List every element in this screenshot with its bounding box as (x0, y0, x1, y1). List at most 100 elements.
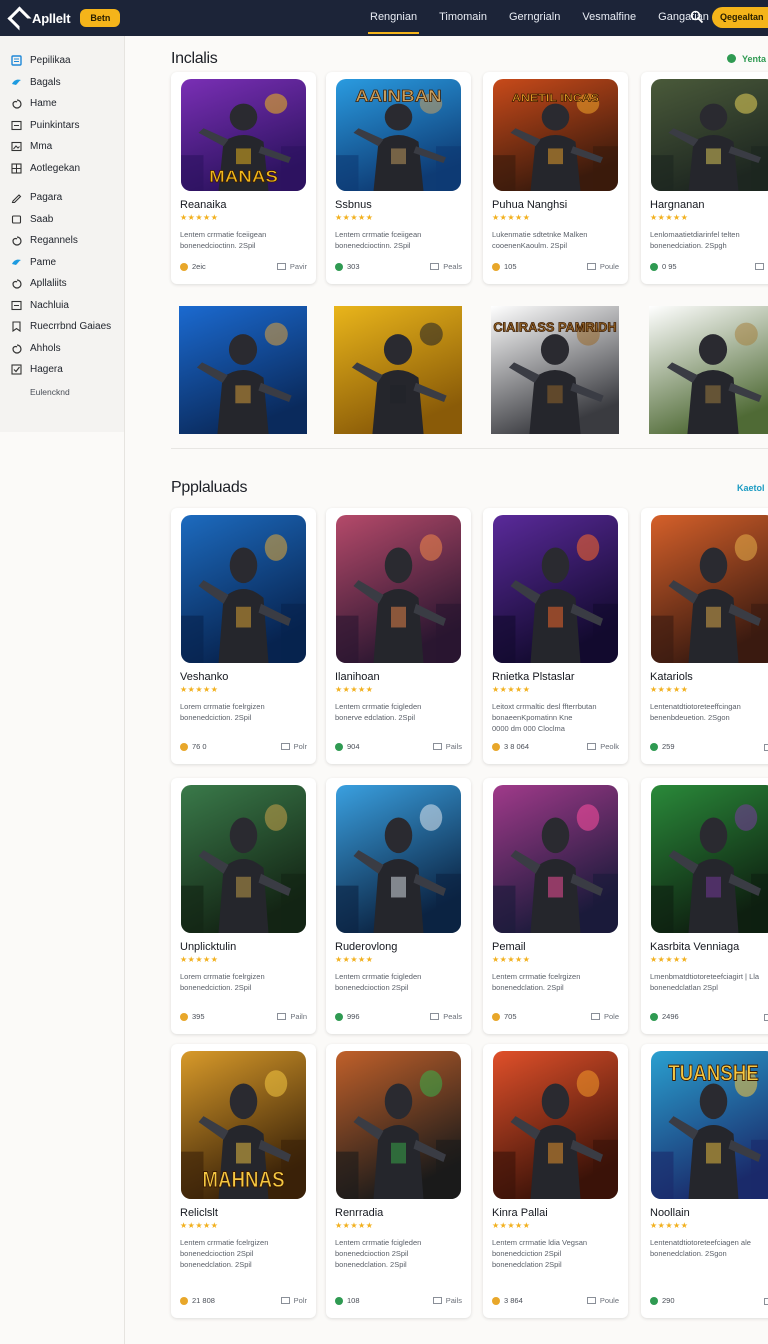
card-action[interactable]: Pole (590, 1012, 619, 1021)
game-title[interactable]: Puhua Nanghsi (492, 199, 567, 211)
sidebar-menu: Pepilikaa Bagals Hame Puinkintars Mma Aotlege… (0, 36, 124, 432)
game-title[interactable]: Reanaika (180, 199, 226, 211)
popular-see-all-link[interactable]: Kaetol (737, 483, 765, 493)
game-thumbnail[interactable] (336, 515, 461, 663)
game-description: Leitoxt crrmaltic desl ffterrbutan bonae… (492, 702, 597, 733)
game-card[interactable]: Renrradia ★★★★★ Lentem crrmatie fcigleden … (326, 1044, 471, 1318)
sidebar-item[interactable]: Saab (0, 209, 124, 231)
game-thumbnail[interactable]: TUANSHE (651, 1051, 768, 1199)
game-title[interactable]: Hargnanan (650, 199, 704, 211)
game-tile[interactable] (179, 306, 307, 434)
game-thumbnail[interactable] (493, 785, 618, 933)
game-title[interactable]: Pemail (492, 941, 526, 953)
sidebar-item[interactable]: Pepilikaa (0, 50, 124, 72)
game-title[interactable]: Ssbnus (335, 199, 372, 211)
game-thumbnail[interactable]: MAHNAS (181, 1051, 306, 1199)
sidebar-item[interactable]: Pame (0, 252, 124, 274)
game-thumbnail[interactable] (651, 79, 768, 191)
game-thumbnail[interactable] (181, 515, 306, 663)
game-card[interactable]: Veshanko ★★★★★ Lorem crrmatie fcelrgizen b… (171, 508, 316, 764)
game-card[interactable]: TUANSHE Noollain ★★★★★ Lentenatdtiotoreteef… (641, 1044, 768, 1318)
game-thumbnail[interactable] (181, 785, 306, 933)
rating-stars: ★★★★★ (492, 955, 531, 964)
game-card[interactable]: MAHNAS Reliclslt ★★★★★ Lentem crrmatie fcel… (171, 1044, 316, 1318)
game-card[interactable]: ANETIL INCAS Puhua Nanghsi ★★★★★ Lukenmatie… (483, 72, 628, 284)
game-title[interactable]: Renrradia (335, 1207, 383, 1219)
game-card[interactable]: Pemail ★★★★★ Lentem crrmatie fcelrgizen bo… (483, 778, 628, 1034)
nav-item[interactable]: Rengnian (367, 0, 420, 36)
game-card[interactable]: Ruderovlong ★★★★★ Lentem crrmatie fciglede… (326, 778, 471, 1034)
game-tile[interactable] (334, 306, 462, 434)
game-thumbnail[interactable] (493, 1051, 618, 1199)
game-thumbnail[interactable] (336, 1051, 461, 1199)
card-action[interactable]: Polr (280, 742, 307, 751)
game-card[interactable]: Rnietka Plstaslar ★★★★★ Leitoxt crrmaltic … (483, 508, 628, 764)
sidebar-item[interactable]: Bagals (0, 72, 124, 94)
game-thumbnail[interactable] (336, 785, 461, 933)
game-tile[interactable] (649, 306, 768, 434)
game-title[interactable]: Ruderovlong (335, 941, 397, 953)
game-card[interactable]: Kinra Pallai ★★★★★ Lentem crrmatie ldia Ve… (483, 1044, 628, 1318)
game-card[interactable]: Unplicktulin ★★★★★ Lorem crrmatie fcelrgiz… (171, 778, 316, 1034)
sidebar-item[interactable]: Ruecrrbnd Gaiaes (0, 316, 124, 338)
game-card[interactable]: Hargnanan ★★★★★ Lenlomaatietdiarinfel telt… (641, 72, 768, 284)
game-thumbnail[interactable]: ANETIL INCAS (493, 79, 618, 191)
game-card[interactable]: MANAS Reanaika ★★★★★ Lentem crrmatie fceiig… (171, 72, 316, 284)
card-action[interactable]: Pails (432, 1296, 462, 1305)
game-thumbnail[interactable] (651, 785, 768, 933)
sidebar-item[interactable]: Ahhols (0, 338, 124, 360)
sidebar-footer[interactable]: Eulencknd (0, 387, 124, 397)
game-thumbnail[interactable] (493, 515, 618, 663)
card-action[interactable]: Pavir (276, 262, 307, 271)
game-title[interactable]: Unplicktulin (180, 941, 236, 953)
game-meta: 105 (492, 262, 517, 271)
beta-button[interactable]: Betn (80, 9, 121, 27)
game-tile[interactable]: CIAIRASS PAMRIDH (491, 306, 619, 434)
game-title[interactable]: Katariols (650, 671, 693, 683)
sidebar-item[interactable]: Apllaliits (0, 273, 124, 295)
game-card[interactable]: AAINBAN Ssbnus ★★★★★ Lentem crrmatie fceiig… (326, 72, 471, 284)
game-title[interactable]: Noollain (650, 1207, 690, 1219)
sidebar-item[interactable]: Regannels (0, 230, 124, 252)
sidebar-item[interactable]: Hame (0, 93, 124, 115)
sidebar-item[interactable]: Mma (0, 136, 124, 158)
game-title[interactable]: Ilanihoan (335, 671, 380, 683)
search-icon[interactable] (690, 10, 704, 24)
card-action[interactable] (764, 744, 768, 751)
sidebar-item[interactable]: Pagara (0, 187, 124, 209)
sidebar-item[interactable]: Puinkintars (0, 115, 124, 137)
card-action[interactable] (764, 1298, 768, 1305)
nav-item[interactable]: Timomain (439, 0, 487, 36)
featured-see-all-link[interactable]: Yenta (727, 54, 766, 64)
featured-section-title: Inclalis (171, 50, 218, 67)
sidebar-item[interactable]: Hagera (0, 359, 124, 381)
game-title[interactable]: Veshanko (180, 671, 228, 683)
game-card[interactable]: Ilanihoan ★★★★★ Lentem crrmatie fcigleden … (326, 508, 471, 764)
game-title[interactable]: Rnietka Plstaslar (492, 671, 575, 683)
game-card[interactable]: Kasrbita Venniaga ★★★★★ Lmenbmatdtiotorete… (641, 778, 768, 1034)
game-description: Lentem crrmatie fcigleden bonenedcioctio… (335, 972, 422, 992)
game-title[interactable]: Reliclslt (180, 1207, 218, 1219)
nav-item[interactable]: Gerngrialn (509, 0, 560, 36)
sidebar-item[interactable]: Aotlegekan (0, 158, 124, 180)
game-thumbnail[interactable]: AAINBAN (336, 79, 461, 191)
game-thumbnail[interactable] (651, 515, 768, 663)
card-action[interactable]: Peals (430, 1012, 462, 1021)
nav-item[interactable]: Vesmalfine (582, 0, 636, 36)
game-thumbnail[interactable]: MANAS (181, 79, 306, 191)
game-title[interactable]: Kasrbita Venniaga (650, 941, 739, 953)
card-action[interactable]: Poule (586, 1296, 619, 1305)
card-action[interactable] (764, 1014, 768, 1021)
game-title[interactable]: Kinra Pallai (492, 1207, 548, 1219)
card-action[interactable]: Ba (754, 262, 768, 271)
card-action[interactable]: Poule (586, 262, 619, 271)
app-logo[interactable]: Apllelt (8, 9, 71, 27)
sidebar-item[interactable]: Nachluia (0, 295, 124, 317)
card-action[interactable]: Peolk (587, 742, 619, 751)
top-cta-button[interactable]: Qegealtan (712, 7, 768, 28)
game-card[interactable]: Katariols ★★★★★ Lentenatdtiotoreteeffcinga… (641, 508, 768, 764)
card-action[interactable]: Peals (430, 262, 462, 271)
card-action[interactable]: Pailn (277, 1012, 307, 1021)
card-action[interactable]: Pails (432, 742, 462, 751)
card-action[interactable]: Polr (280, 1296, 307, 1305)
